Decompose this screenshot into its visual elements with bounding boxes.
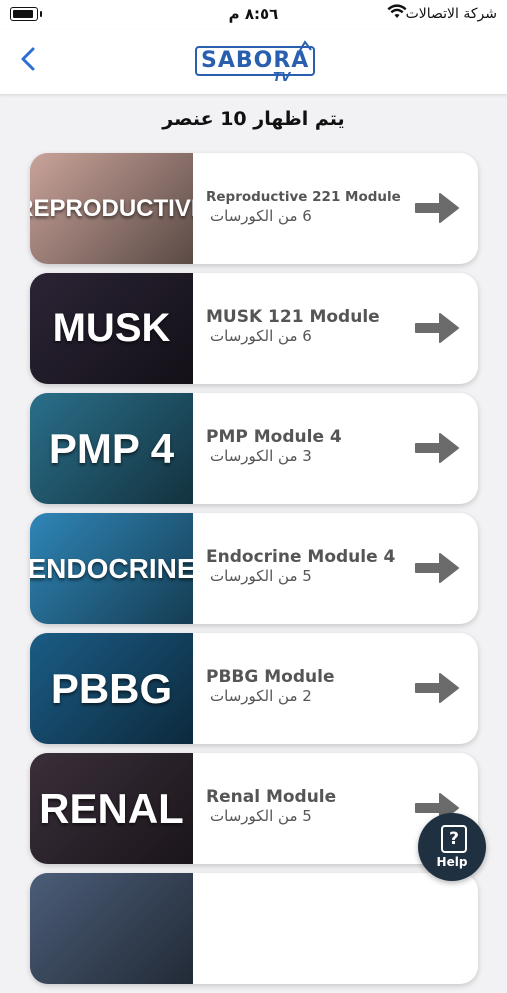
module-thumbnail: MUSK [30,273,193,384]
module-thumbnail: PBBG [30,633,193,744]
help-label: Help [436,855,468,869]
module-title: PMP Module 4 [206,427,342,447]
module-course-count: 5 من الكورسات [210,807,312,825]
arrow-right-icon[interactable] [414,551,460,585]
module-card[interactable] [30,873,478,984]
module-card[interactable]: PMP 4 PMP Module 43 من الكورسات [30,393,478,504]
status-bar: ٨:٥٦ م شركة الاتصالات [0,0,507,30]
module-thumbnail: RENAL [30,753,193,864]
module-thumbnail [30,873,193,984]
module-card[interactable]: ENDOCRINE Endocrine Module 45 من الكورسات [30,513,478,624]
logo-sub: TV [273,70,291,84]
items-count-label: يتم اظهار 10 عنصر [162,108,345,130]
module-thumbnail-label: REPRODUCTIVE [30,194,193,222]
module-title: PBBG Module [206,667,335,687]
module-thumbnail-label: PBBG [50,664,173,712]
back-chevron-icon[interactable] [14,44,44,74]
carrier-name: شركة الاتصالات [405,6,497,22]
module-thumbnail-label: PMP 4 [48,424,175,472]
module-course-count: 3 من الكورسات [210,447,312,465]
sabora-logo: SABORA TV [193,36,316,90]
arrow-right-icon[interactable] [414,311,460,345]
module-course-count: 2 من الكورسات [210,687,312,705]
wifi-icon [387,4,407,18]
module-title: MUSK 121 Module [206,307,380,327]
module-thumbnail: REPRODUCTIVE [30,153,193,264]
module-title: Renal Module [206,787,337,807]
arrow-right-icon[interactable] [414,191,460,225]
module-thumbnail-label: RENAL [39,784,184,832]
help-button[interactable]: ? Help [418,813,486,881]
arrow-right-icon[interactable] [414,671,460,705]
module-card[interactable]: PBBG PBBG Module 2 من الكورسات [30,633,478,744]
module-thumbnail-label [30,873,193,984]
module-course-count: 5 من الكورسات [210,567,312,585]
arrow-right-icon[interactable] [414,431,460,465]
module-card[interactable]: REPRODUCTIVE Reproductive 221 Module 6 من … [30,153,478,264]
module-title: Reproductive 221 Module [206,189,401,205]
module-list: REPRODUCTIVE Reproductive 221 Module 6 من … [30,153,478,993]
logo-antenna-icon [298,40,312,53]
module-thumbnail-label: ENDOCRINE [30,552,193,584]
module-thumbnail-label: MUSK [52,306,171,350]
module-course-count: 6 من الكورسات [210,207,312,225]
module-card[interactable]: RENAL Renal Module 5 من الكورسات [30,753,478,864]
module-course-count: 6 من الكورسات [210,327,312,345]
module-title: Endocrine Module 4 [206,547,396,567]
nav-bar: SABORA TV [0,30,507,95]
help-icon: ? [441,825,467,853]
module-thumbnail: PMP 4 [30,393,193,504]
module-thumbnail: ENDOCRINE [30,513,193,624]
module-card[interactable]: MUSK MUSK 121 Module 6 من الكورسات [30,273,478,384]
